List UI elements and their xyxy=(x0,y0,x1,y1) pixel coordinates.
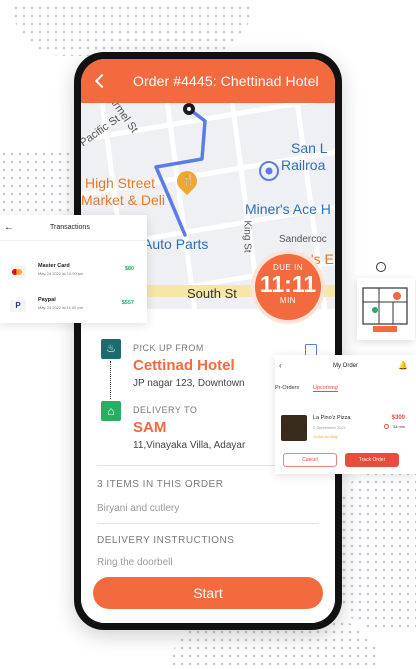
due-unit: MIN xyxy=(279,296,297,305)
chef-hat-icon: ♨ xyxy=(101,339,121,359)
my-order-card: ‹ My Order 🔔 Pr-Orders Upcoming La Pino'… xyxy=(275,355,416,474)
instructions-title: DELIVERY INSTRUCTIONS xyxy=(97,535,235,546)
items-list: Biryani and cutlery xyxy=(97,503,180,514)
transaction-name: Master Card xyxy=(38,263,70,269)
transaction-row[interactable]: P Paypal May 24 2022 at 11:00 pm $557 xyxy=(10,297,140,317)
transaction-date: May 24 2022 at 10:00 pm xyxy=(38,271,84,276)
order-item-time: 34 min xyxy=(392,424,405,429)
map-street-label: Miner's Ace H xyxy=(245,201,331,217)
tab-pre-orders[interactable]: Pr-Orders xyxy=(275,385,299,391)
dot-pattern-right xyxy=(340,470,416,630)
order-item-name: La Pino'z Pizza xyxy=(313,415,351,421)
map-street-label: Sandercoc xyxy=(279,234,327,245)
track-order-button[interactable]: Track Order xyxy=(345,453,399,467)
order-title: Order #4445: Chettinad Hotel xyxy=(133,73,319,89)
order-item[interactable]: La Pino'z Pizza $300 2 September 2021 34… xyxy=(281,413,411,445)
order-header: Order #4445: Chettinad Hotel xyxy=(81,59,335,103)
mini-map-widget[interactable] xyxy=(357,278,415,340)
my-order-title: My Order xyxy=(332,363,358,369)
due-time: 11:11 xyxy=(259,271,317,297)
map-street-label: South St xyxy=(187,286,237,301)
delivery-address: 11,Vinayaka Villa, Adayar xyxy=(133,440,246,451)
bell-icon[interactable]: 🔔 xyxy=(398,361,408,370)
order-item-status: Order on Way xyxy=(313,434,338,439)
delivery-name: SAM xyxy=(133,419,167,436)
order-item-date: 2 September 2021 xyxy=(313,425,346,430)
pickup-name: Cettinad Hotel xyxy=(133,357,235,374)
mastercard-icon xyxy=(10,266,26,278)
location-user-icon xyxy=(376,262,386,272)
clock-icon xyxy=(384,424,389,429)
dot-pattern-top xyxy=(12,4,252,56)
items-title: 3 ITEMS IN THIS ORDER xyxy=(97,479,224,490)
phone-frame: Order #4445: Chettinad Hotel armel St Pa… xyxy=(74,52,342,630)
transaction-amount: $557 xyxy=(121,300,134,306)
paypal-icon: P xyxy=(10,300,26,312)
back-chevron-icon[interactable] xyxy=(94,73,110,89)
map-street-label: Market & Deli xyxy=(81,192,166,208)
transactions-card: ← Transactions Master Card May 24 2022 a… xyxy=(0,215,147,323)
home-icon: ⌂ xyxy=(101,401,121,421)
transaction-date: May 24 2022 at 11:00 pm xyxy=(38,305,84,310)
divider xyxy=(97,523,319,524)
tab-upcoming[interactable]: Upcoming xyxy=(313,385,338,392)
order-item-price: $300 xyxy=(391,415,405,421)
cart-icon: 🍴 xyxy=(182,175,195,186)
map-street-label: Auto Parts xyxy=(143,236,209,252)
map-street-label: Railroa xyxy=(281,157,326,173)
mini-map-graphic xyxy=(362,287,408,332)
transaction-row[interactable]: Master Card May 24 2022 at 10:00 pm $80 xyxy=(10,263,140,283)
instructions-text: Ring the doorbell xyxy=(97,557,173,568)
map-street-label: High Street xyxy=(85,175,156,191)
delivery-title: DELIVERY TO xyxy=(133,405,198,415)
back-arrow-icon[interactable]: ← xyxy=(4,222,14,233)
transaction-amount: $80 xyxy=(124,266,134,272)
map-street-label: San L xyxy=(291,140,328,156)
route-connector xyxy=(110,361,111,399)
phone-screen: Order #4445: Chettinad Hotel armel St Pa… xyxy=(81,59,335,623)
cancel-button[interactable]: Cancel xyxy=(283,453,337,467)
due-badge: DUE IN 11:11 MIN xyxy=(255,254,321,320)
start-button[interactable]: Start xyxy=(93,577,323,609)
transactions-title: Transactions xyxy=(50,224,90,231)
pizza-thumbnail xyxy=(281,415,307,441)
map-street-label: King St xyxy=(241,220,253,253)
transactions-header: ← Transactions xyxy=(0,215,147,241)
pickup-address: JP nagar 123, Downtown xyxy=(133,378,245,389)
pickup-title: PICK UP FROM xyxy=(133,343,204,353)
transaction-name: Paypal xyxy=(38,297,56,303)
